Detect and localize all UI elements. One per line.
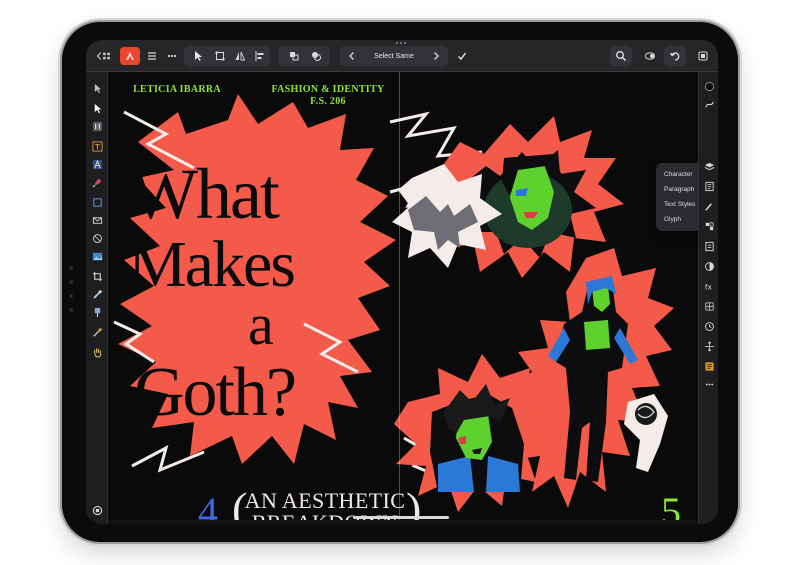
rectangle-tool-icon[interactable] (91, 214, 103, 226)
confirm-button[interactable] (452, 47, 472, 65)
app-screen: Select Same LETICIA IBARRA FASHION & IDE… (86, 40, 718, 524)
page-number-left: 4 (198, 489, 218, 521)
popover-item-text-styles[interactable]: Text Styles (656, 197, 698, 212)
course-title[interactable]: FASHION & IDENTITY F.S. 206 (268, 84, 388, 108)
text-panel-popover: Character Paragraph Text Styles Glyph (656, 163, 698, 231)
author-name[interactable]: LETICIA IBARRA (122, 84, 232, 96)
swatches-panel-icon[interactable] (703, 240, 715, 252)
color-picker-tool-icon[interactable] (91, 326, 103, 338)
move-tool-icon[interactable] (91, 82, 103, 94)
align-icon (255, 51, 264, 61)
transparency-tool-icon[interactable] (91, 306, 103, 318)
image-frame-tool-icon[interactable] (91, 250, 103, 262)
node-tool-icon[interactable] (91, 102, 103, 114)
more-options-button[interactable] (162, 47, 182, 65)
chevron-left-icon (349, 52, 354, 60)
checkmark-icon (458, 52, 467, 61)
tools-panel (86, 72, 108, 524)
geometry-icon (290, 52, 299, 61)
character-panel-icon[interactable] (703, 220, 715, 232)
home-indicator[interactable] (353, 516, 449, 519)
multitask-grabber[interactable] (396, 42, 406, 45)
course-line-1: FASHION & IDENTITY (271, 84, 385, 95)
svg-text:fx: fx (704, 282, 712, 291)
undo-icon (669, 52, 680, 61)
crop-tool-icon[interactable] (91, 270, 103, 282)
brushes-panel-icon[interactable] (703, 200, 715, 212)
artboard-tool-icon[interactable] (91, 120, 103, 132)
export-button[interactable] (693, 47, 713, 65)
fx-panel-icon[interactable]: fx (703, 280, 715, 292)
document-canvas[interactable]: LETICIA IBARRA FASHION & IDENTITY F.S. 2… (108, 72, 698, 520)
transform-icon (215, 51, 225, 61)
arrange-order-icon (312, 52, 321, 61)
undo-button[interactable] (665, 47, 685, 65)
popover-item-character[interactable]: Character (656, 167, 698, 182)
title-word-1[interactable]: What (130, 158, 280, 230)
hand-tool-icon[interactable] (91, 346, 103, 358)
magnifier-icon (616, 51, 627, 62)
navigator-panel-icon[interactable] (703, 340, 715, 352)
text-styles-panel-icon[interactable] (703, 180, 715, 192)
persona-switch-button[interactable] (120, 47, 140, 65)
zoom-button[interactable] (611, 47, 631, 65)
arrow-cursor-icon (195, 51, 202, 61)
documents-menu-button[interactable] (92, 47, 116, 65)
select-button[interactable] (188, 47, 208, 65)
course-line-2: F.S. 206 (310, 96, 346, 107)
publisher-persona-icon (126, 52, 134, 60)
color-panel-icon[interactable] (703, 80, 715, 92)
transform-button[interactable] (210, 47, 230, 65)
layers-panel-icon[interactable] (703, 160, 715, 172)
fill-tool-icon[interactable] (91, 288, 103, 300)
subtitle-line-1: AN AESTHETIC (244, 488, 406, 513)
ellipsis-icon (167, 54, 177, 58)
artistic-text-tool-icon[interactable] (91, 158, 103, 170)
title-word-3[interactable]: a (248, 296, 274, 354)
geometry-button[interactable] (284, 47, 304, 65)
shape-tool-icon[interactable] (91, 196, 103, 208)
assistant-icon[interactable] (91, 504, 103, 516)
select-next-button[interactable] (426, 47, 446, 65)
flip-horizontal-icon (235, 51, 246, 61)
frame-text-tool-icon[interactable] (91, 140, 103, 152)
history-panel-icon[interactable] (703, 320, 715, 332)
view-mode-button[interactable] (640, 47, 660, 65)
select-same-button[interactable]: Select Same (364, 47, 424, 65)
transform-panel-icon[interactable] (703, 300, 715, 312)
pen-tool-icon[interactable] (91, 176, 103, 188)
hamburger-icon (148, 52, 156, 60)
view-mode-icon (645, 52, 655, 60)
studio-panels: fx ? (698, 72, 718, 524)
export-icon (698, 51, 708, 61)
more-panels-icon[interactable] (703, 378, 715, 390)
top-toolbar: Select Same (86, 40, 718, 72)
page-number-right: 5 (661, 489, 681, 521)
title-word-4[interactable]: Goth? (134, 358, 297, 428)
popover-item-paragraph[interactable]: Paragraph (656, 182, 698, 197)
stroke-panel-icon[interactable] (703, 98, 715, 110)
main-menu-button[interactable] (142, 47, 162, 65)
camera-sensors (69, 266, 73, 322)
figure-top (584, 320, 610, 350)
ellipse-tool-icon[interactable] (91, 232, 103, 244)
popover-item-glyph[interactable]: Glyph (656, 212, 698, 227)
back-grid-icon (96, 52, 110, 60)
chevron-right-icon (434, 52, 439, 60)
align-button[interactable] (250, 47, 270, 65)
order-button[interactable] (306, 47, 326, 65)
effects-panel-icon[interactable] (703, 260, 715, 272)
flip-button[interactable] (230, 47, 250, 65)
title-word-2[interactable]: Makes (128, 232, 296, 298)
text-panel-icon[interactable] (703, 360, 715, 372)
paren-close: ) (406, 483, 422, 521)
spread-center-line (399, 72, 400, 520)
select-prev-button[interactable] (342, 47, 362, 65)
